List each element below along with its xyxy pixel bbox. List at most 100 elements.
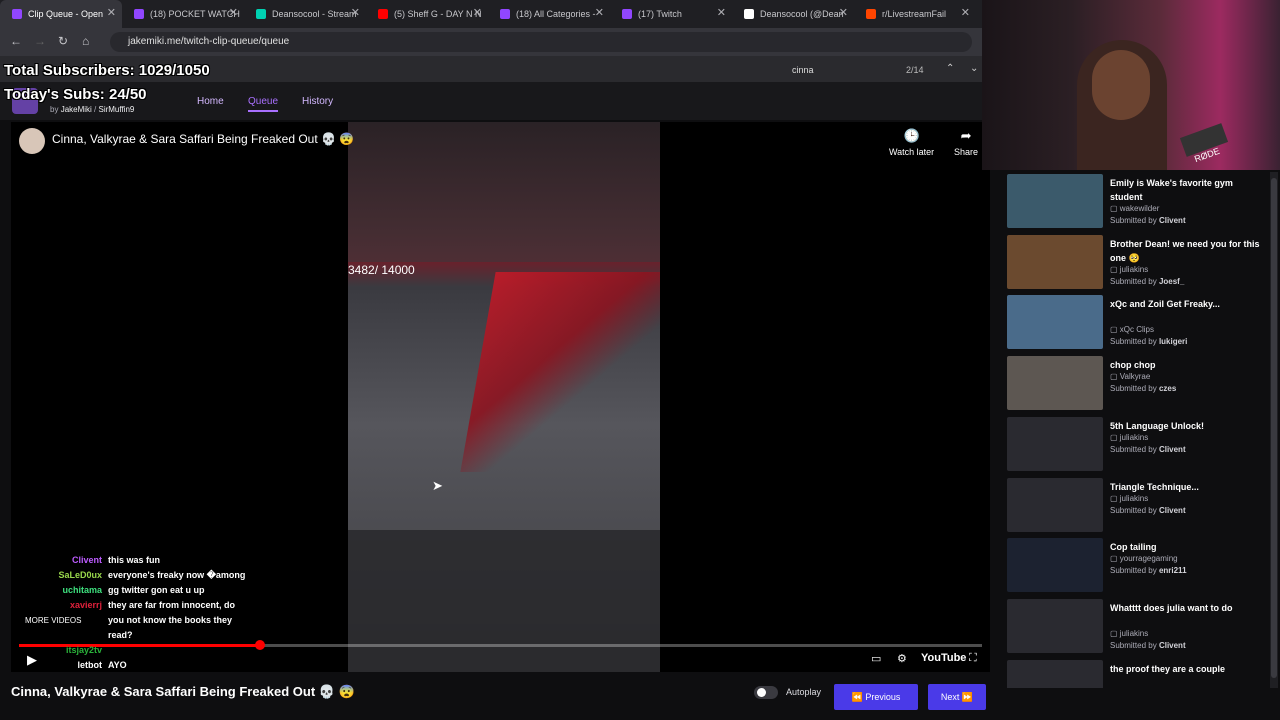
tab-close-icon[interactable]: ✕ (595, 6, 604, 19)
clip-thumbnail[interactable] (1007, 416, 1103, 471)
previous-button[interactable]: ⏪ Previous (834, 684, 918, 710)
browser-tab[interactable]: (5) Sheff G - DAY N N ✕ (366, 0, 488, 28)
browser-tab[interactable]: Clip Queue - Open ✕ (0, 0, 122, 28)
autoplay-toggle[interactable] (754, 686, 778, 699)
clip-thumbnail[interactable] (1007, 659, 1103, 688)
clip-channel: ▢ juliakins (1110, 629, 1148, 638)
twitch-channel-icon: ▢ (1110, 493, 1120, 503)
tab-close-icon[interactable]: ✕ (229, 6, 238, 19)
tab-title: Deansocool (@Dean (760, 9, 844, 19)
queue-item[interactable]: chop chop ▢ Valkyrae Submitted by czes (998, 354, 1270, 412)
tab-favicon-icon (500, 9, 510, 19)
channel-avatar[interactable] (19, 128, 45, 154)
clip-channel-name: juliakins (1119, 493, 1149, 503)
nav-history[interactable]: History (302, 96, 333, 107)
reload-icon[interactable]: ↻ (58, 34, 68, 48)
queue-scrollbar[interactable] (1270, 172, 1278, 688)
youtube-logo[interactable]: YouTube (921, 652, 966, 664)
chat-message: xavierrj they are far from innocent, do (30, 598, 270, 613)
total-subscribers-overlay: Total Subscribers: 1029/1050 (4, 62, 210, 79)
submitted-by-label: Submitted by (1110, 216, 1157, 225)
site-header: by JakeMiki / SirMuffin9 Home Queue Hist… (0, 82, 990, 120)
clip-channel: ▢ wakewilder (1110, 204, 1159, 213)
tab-close-icon[interactable]: ✕ (107, 6, 116, 19)
submitted-by-label: Submitted by (1110, 505, 1157, 515)
clip-thumbnail[interactable] (1007, 234, 1103, 289)
back-icon[interactable]: ← (10, 34, 22, 48)
settings-gear-icon[interactable]: ⚙ (897, 652, 907, 665)
browser-tab[interactable]: r/LivestreamFail ✕ (854, 0, 976, 28)
queue-item[interactable]: Cop tailing ▢ yourragegaming Submitted by … (998, 536, 1270, 594)
queue-item[interactable]: Brother Dean! we need you for this one 🥺… (998, 233, 1270, 291)
submitted-by-label: Submitted by (1110, 640, 1157, 650)
share-label: Share (954, 147, 979, 157)
fullscreen-icon[interactable]: ⛶ (969, 652, 977, 665)
clip-thumbnail[interactable] (1007, 356, 1103, 411)
clip-thumbnail[interactable] (1007, 598, 1103, 653)
find-prev-icon[interactable]: ⌃ (946, 63, 954, 74)
submitted-by-label: Submitted by (1110, 444, 1157, 454)
tab-close-icon[interactable]: ✕ (961, 6, 970, 19)
nav-home[interactable]: Home (197, 96, 224, 107)
author-link-jakemiki[interactable]: JakeMiki (61, 105, 92, 114)
queue-item[interactable]: Triangle Technique... ▢ juliakins Submitte… (998, 476, 1270, 534)
submitted-by-label: Submitted by (1110, 337, 1157, 347)
forward-icon[interactable]: → (34, 34, 46, 48)
browser-tab[interactable]: (18) POCKET WATCH ✕ (122, 0, 244, 28)
chat-username: Clivent (71, 555, 102, 565)
find-next-icon[interactable]: ⌄ (970, 63, 978, 74)
clip-thumbnail[interactable] (1007, 477, 1103, 532)
chat-text: AYO (108, 660, 127, 670)
watch-later-button[interactable]: 🕒 Watch later (889, 128, 934, 157)
find-input[interactable]: cinna (792, 65, 814, 75)
queue-item[interactable]: Emily is Wake's favorite gym student ▢ wa… (998, 172, 1270, 230)
captions-icon[interactable]: ▭ (871, 652, 881, 665)
tab-close-icon[interactable]: ✕ (717, 6, 726, 19)
tab-title: Clip Queue - Open (28, 9, 104, 19)
clip-title: Triangle Technique... (1110, 481, 1199, 492)
queue-item[interactable]: xQc and Zoil Get Freaky... ▢ xQc Clips Sub… (998, 293, 1270, 351)
watch-later-label: Watch later (889, 147, 935, 157)
submitter-name: Clivent (1158, 444, 1186, 454)
tab-favicon-icon (744, 9, 754, 19)
queue-item[interactable]: Whatttt does julia want to do ▢ juliakins… (998, 597, 1270, 655)
browser-tab[interactable]: Deansocool (@Dean ✕ (732, 0, 854, 28)
chat-username: itsjay2tv (65, 645, 102, 655)
video-title[interactable]: Cinna, Valkyrae & Sara Saffari Being Fre… (52, 132, 354, 146)
queue-item[interactable]: 5th Language Unlock! ▢ juliakins Submitted… (998, 415, 1270, 473)
chat-text: this was fun (108, 555, 161, 565)
home-icon[interactable]: ⌂ (82, 34, 89, 48)
chat-username: letbot (77, 660, 103, 670)
url-field[interactable]: jakemiki.me/twitch-clip-queue/queue (110, 32, 972, 52)
share-button[interactable]: ➦ Share (954, 128, 978, 157)
find-count: 2/14 (906, 65, 924, 75)
clip-submitter: Submitted by Clivent (1110, 641, 1186, 650)
chat-text: read? (108, 630, 133, 640)
submitter-name: Clivent (1158, 505, 1186, 515)
mouse-cursor-icon: ➤ (432, 478, 443, 493)
browser-tab[interactable]: (17) Twitch ✕ (610, 0, 732, 28)
share-icon: ➦ (960, 128, 972, 143)
treadmill-image (460, 272, 660, 472)
tab-title: (18) POCKET WATCH (150, 9, 240, 19)
author-link-sirmuffin[interactable]: SirMuffin9 (98, 105, 134, 114)
clip-thumbnail[interactable] (1007, 538, 1103, 593)
twitch-channel-icon: ▢ (1110, 372, 1120, 382)
tab-close-icon[interactable]: ✕ (839, 6, 848, 19)
next-button[interactable]: Next ⏩ (928, 684, 986, 710)
clip-thumbnail[interactable] (1007, 174, 1103, 228)
browser-tab[interactable]: Deansocool - Stream ✕ (244, 0, 366, 28)
tab-close-icon[interactable]: ✕ (473, 6, 482, 19)
tab-close-icon[interactable]: ✕ (351, 6, 360, 19)
clip-channel-name: juliakins (1119, 264, 1149, 274)
scrollbar-thumb[interactable] (1271, 178, 1277, 678)
browser-tab[interactable]: (18) All Categories - ✕ (488, 0, 610, 28)
queue-item[interactable]: the proof they are a couple▢ juliakins (998, 658, 1270, 688)
site-byline: by JakeMiki / SirMuffin9 (50, 105, 135, 114)
tab-favicon-icon (12, 9, 22, 19)
tab-favicon-icon (378, 9, 388, 19)
clip-submitter: Submitted by Clivent (1110, 445, 1186, 454)
clip-thumbnail[interactable] (1007, 295, 1103, 350)
nav-queue[interactable]: Queue (248, 96, 279, 112)
chat-text: everyone's freaky now �among (108, 570, 246, 580)
